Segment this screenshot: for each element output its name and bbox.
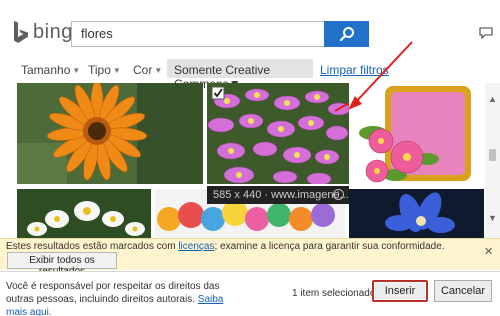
gerbera-flower-image	[17, 83, 203, 184]
image-dimensions-source: 585 x 440 · www.imagene...	[213, 189, 349, 201]
filter-type[interactable]: Tipo ▼	[88, 63, 121, 77]
close-icon[interactable]: ✕	[484, 245, 493, 258]
disclaimer-text: Você é responsável por respeitar os dire…	[6, 281, 220, 305]
cancel-button[interactable]: Cancelar	[434, 280, 492, 302]
scroll-up-icon[interactable]: ▲	[485, 94, 500, 108]
filter-size[interactable]: Tamanho ▼	[21, 63, 80, 77]
copyright-disclaimer: Você é responsável por respeitar os dire…	[6, 280, 246, 316]
filter-color[interactable]: Cor ▼	[133, 63, 162, 77]
white-daisies-image	[17, 189, 151, 238]
filter-color-label: Cor	[133, 63, 153, 77]
filter-bar: Tamanho▼ Tipo▼ Cor▼ Somente Creative Com…	[0, 59, 500, 91]
annotation-arrow	[348, 41, 413, 110]
search-input[interactable]: flores	[71, 21, 325, 47]
scroll-thumb[interactable]	[489, 149, 496, 161]
license-notice: Estes resultados estão marcados com lice…	[0, 238, 500, 277]
selection-count: 1 item selecionado.	[292, 288, 379, 299]
bing-logo: bing	[12, 20, 73, 44]
license-notice-text: Estes resultados estão marcados com lice…	[6, 241, 445, 252]
notice-text-after: ; examine a licença para garantir sua co…	[214, 241, 445, 252]
show-all-results-button[interactable]: Exibir todos os resultados	[7, 252, 117, 277]
result-image-selected[interactable]	[207, 83, 349, 184]
dialog-footer: Você é responsável por respeitar os dire…	[0, 271, 500, 316]
notice-text-before: Estes resultados estão marcados com	[6, 241, 179, 252]
chevron-down-icon: ▼	[154, 66, 163, 75]
feedback-icon[interactable]	[479, 27, 493, 39]
pink-daisies-image	[207, 83, 349, 184]
image-tooltip: 585 x 440 · www.imagene... i	[207, 186, 349, 204]
licenses-link[interactable]: licenças	[178, 241, 214, 252]
filter-type-label: Tipo	[88, 63, 111, 77]
filter-size-label: Tamanho	[21, 63, 71, 77]
blue-flower-image	[349, 189, 484, 238]
results-scrollbar[interactable]: ▲ ▼	[485, 83, 500, 238]
info-icon[interactable]: i	[333, 189, 344, 200]
result-image[interactable]	[349, 189, 484, 238]
result-image[interactable]	[17, 189, 151, 238]
scroll-down-icon[interactable]: ▼	[485, 213, 500, 227]
bing-logo-icon	[14, 21, 28, 43]
result-image[interactable]	[17, 83, 203, 184]
brand-name: bing	[33, 20, 73, 43]
filter-license[interactable]: Somente Creative Commons▼	[167, 59, 313, 91]
chevron-down-icon: ▼	[112, 66, 121, 75]
chevron-down-icon: ▼	[72, 66, 81, 75]
insert-button[interactable]: Inserir	[372, 280, 428, 302]
